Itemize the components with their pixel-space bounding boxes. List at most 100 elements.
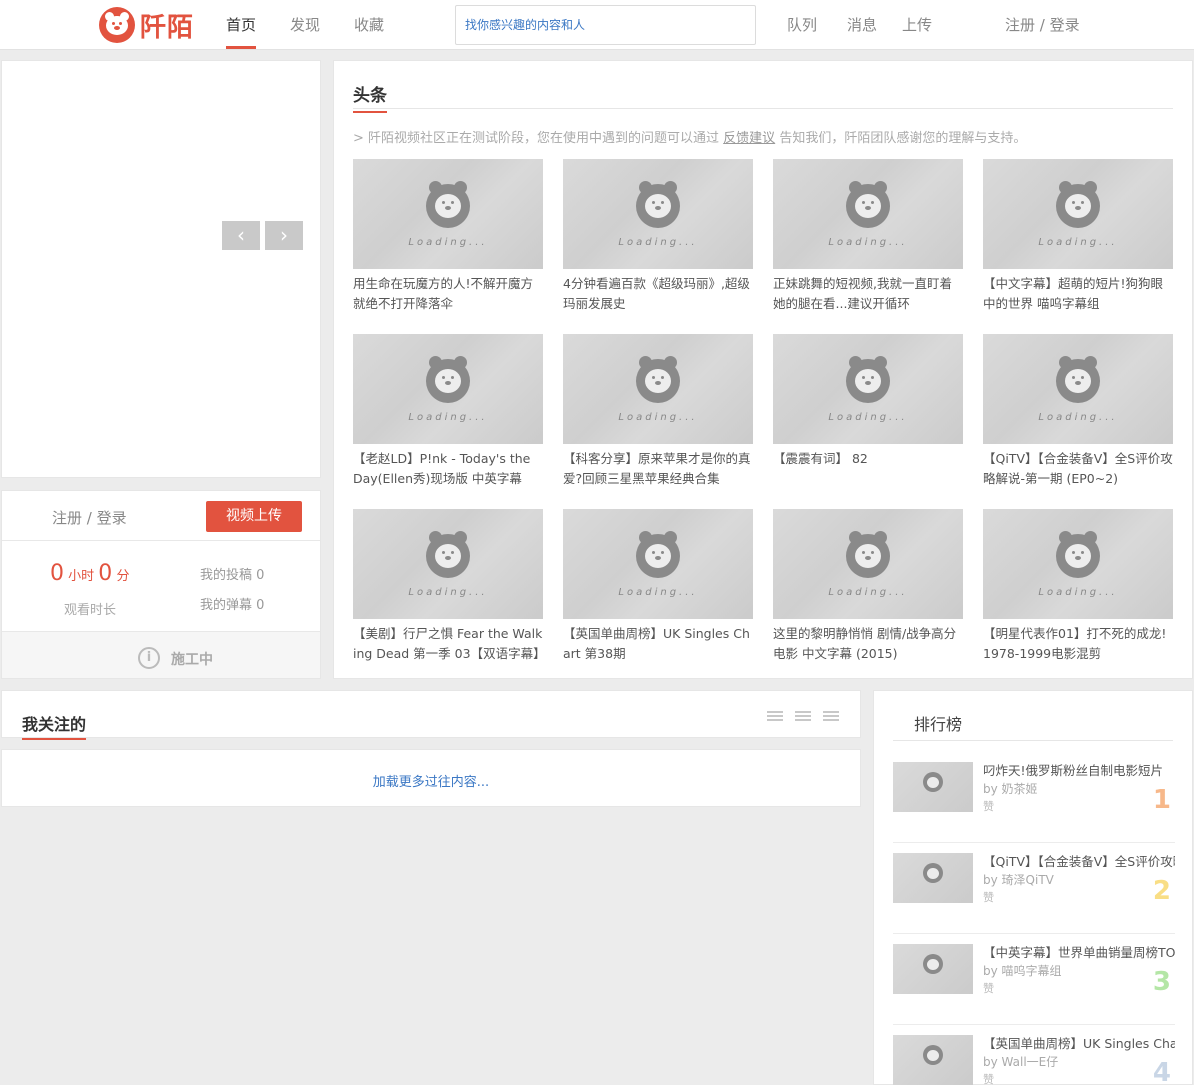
- my-posts-link[interactable]: 我的投稿 0: [200, 564, 264, 583]
- video-thumbnail[interactable]: Loading...: [983, 334, 1173, 444]
- video-title[interactable]: 正妹跳舞的短视频,我就一直盯着她的腿在看...建议开循环: [773, 274, 963, 314]
- logo[interactable]: 阡陌: [99, 7, 194, 43]
- bear-placeholder-icon: [1056, 531, 1100, 578]
- bear-placeholder-icon: [426, 531, 470, 578]
- video-card[interactable]: Loading... 【英国单曲周榜】UK Singles Chart 第38期: [563, 509, 753, 664]
- loading-text: Loading...: [828, 412, 908, 423]
- ranking-item[interactable]: 【QiTV】【合金装备V】全S评价攻略解说by 琦泽QiTV 赞 2: [893, 843, 1175, 934]
- ranking-title[interactable]: 【中英字幕】世界单曲销量周榜TOP: [983, 942, 1175, 961]
- video-card[interactable]: Loading... 【老赵LD】P!nk - Today's the Day(E…: [353, 334, 543, 489]
- video-title[interactable]: 【QiTV】【合金装备V】全S评价攻略解说-第一期 (EP0~2): [983, 449, 1173, 489]
- rank-number: 2: [1152, 876, 1171, 906]
- ranking-item[interactable]: 【中英字幕】世界单曲销量周榜TOP by 喵呜字幕组赞 3: [893, 934, 1175, 1025]
- video-title[interactable]: 这里的黎明静悄悄 剧情/战争高分电影 中文字幕 (2015): [773, 624, 963, 664]
- ranking-thumbnail[interactable]: [893, 762, 973, 812]
- ranking-item[interactable]: 【英国单曲周榜】UK Singles Chart by Wall一E仔赞 4: [893, 1025, 1175, 1085]
- video-title[interactable]: 4分钟看遍百款《超级玛丽》,超级玛丽发展史: [563, 274, 753, 314]
- rank-number: 1: [1152, 785, 1171, 815]
- video-title[interactable]: 【震震有词】 82: [773, 449, 963, 489]
- ranking-title[interactable]: 叼炸天!俄罗斯粉丝自制电影短片: [983, 760, 1175, 779]
- bear-placeholder-icon: [846, 531, 890, 578]
- video-card[interactable]: Loading... 【明星代表作01】打不死的成龙!1978-1999电影混剪: [983, 509, 1173, 664]
- video-thumbnail[interactable]: Loading...: [773, 159, 963, 269]
- user-login-link[interactable]: 注册 / 登录: [52, 507, 127, 528]
- detail-view-icon[interactable]: [795, 711, 811, 722]
- video-card[interactable]: Loading... 这里的黎明静悄悄 剧情/战争高分电影 中文字幕 (2015): [773, 509, 963, 664]
- loading-text: Loading...: [1038, 587, 1118, 598]
- video-title[interactable]: 【科客分享】原来苹果才是你的真爱?回顾三星黑苹果经典合集: [563, 449, 753, 489]
- grid-view-icon[interactable]: [823, 711, 839, 722]
- slider-prev-button[interactable]: ‹: [222, 221, 260, 250]
- nav-messages[interactable]: 消息: [847, 0, 877, 50]
- nav-home[interactable]: 首页: [226, 0, 257, 50]
- video-thumbnail[interactable]: Loading...: [563, 159, 753, 269]
- section-title: 排行榜: [914, 715, 963, 734]
- video-card[interactable]: Loading... 【QiTV】【合金装备V】全S评价攻略解说-第一期 (EP0…: [983, 334, 1173, 489]
- my-danmu-link[interactable]: 我的弹幕 0: [200, 594, 264, 613]
- ranking-author[interactable]: by 琦泽QiTV: [983, 871, 1054, 888]
- video-thumbnail[interactable]: Loading...: [563, 509, 753, 619]
- rank-number: 3: [1152, 967, 1171, 997]
- ranking-author[interactable]: by 奶茶姬: [983, 780, 1038, 797]
- like-label: 赞: [983, 982, 994, 995]
- video-title[interactable]: 用生命在玩魔方的人!不解开魔方就绝不打开降落伞: [353, 274, 543, 314]
- load-more-link[interactable]: 加载更多过往内容...: [2, 771, 860, 790]
- bear-placeholder-icon: [846, 356, 890, 403]
- video-thumbnail[interactable]: Loading...: [353, 159, 543, 269]
- video-thumbnail[interactable]: Loading...: [353, 334, 543, 444]
- nav-queue[interactable]: 队列: [787, 0, 817, 50]
- ranking-thumbnail[interactable]: [893, 853, 973, 903]
- banner-slider: ‹ ›: [1, 60, 321, 478]
- video-title[interactable]: 【英国单曲周榜】UK Singles Chart 第38期: [563, 624, 753, 664]
- video-card[interactable]: Loading... 【科客分享】原来苹果才是你的真爱?回顾三星黑苹果经典合集: [563, 334, 753, 489]
- ranking-item[interactable]: 叼炸天!俄罗斯粉丝自制电影短片 by 奶茶姬赞 1: [893, 752, 1175, 843]
- feedback-link[interactable]: 反馈建议: [723, 131, 775, 146]
- following-header: 我关注的: [1, 690, 861, 740]
- ranking-author[interactable]: by Wall一E仔: [983, 1053, 1058, 1070]
- video-thumbnail[interactable]: Loading...: [353, 509, 543, 619]
- search-input[interactable]: 找你感兴趣的内容和人: [455, 5, 756, 45]
- notice-suffix: 告知我们，阡陌团队感谢您的理解与支持。: [779, 131, 1027, 146]
- bear-logo-icon: [99, 7, 135, 43]
- loading-text: Loading...: [408, 412, 488, 423]
- video-upload-button[interactable]: 视频上传: [206, 501, 302, 532]
- video-thumbnail[interactable]: Loading...: [983, 159, 1173, 269]
- video-thumbnail[interactable]: Loading...: [773, 334, 963, 444]
- video-card[interactable]: Loading... 【中文字幕】超萌的短片!狗狗眼中的世界 喵呜字幕组: [983, 159, 1173, 314]
- divider: [893, 740, 1173, 741]
- video-thumbnail[interactable]: Loading...: [983, 509, 1173, 619]
- list-view-icon[interactable]: [767, 711, 783, 722]
- info-icon: i: [138, 647, 160, 669]
- video-card[interactable]: Loading... 【震震有词】 82: [773, 334, 963, 489]
- logo-text: 阡陌: [140, 12, 195, 43]
- slider-next-button[interactable]: ›: [265, 221, 303, 250]
- video-thumbnail[interactable]: Loading...: [773, 509, 963, 619]
- ranking-title[interactable]: 【英国单曲周榜】UK Singles Chart: [983, 1033, 1175, 1052]
- register-login-link[interactable]: 注册 / 登录: [1005, 0, 1080, 50]
- video-card[interactable]: Loading... 4分钟看遍百款《超级玛丽》,超级玛丽发展史: [563, 159, 753, 314]
- video-title[interactable]: 【老赵LD】P!nk - Today's the Day(Ellen秀)现场版 …: [353, 449, 543, 489]
- video-title[interactable]: 【明星代表作01】打不死的成龙!1978-1999电影混剪: [983, 624, 1173, 664]
- bear-placeholder-icon: [1056, 181, 1100, 228]
- ranking-thumbnail[interactable]: [893, 944, 973, 994]
- ranking-thumbnail[interactable]: [893, 1035, 973, 1085]
- bear-placeholder-icon: [1056, 356, 1100, 403]
- watch-minutes: 0: [98, 561, 113, 586]
- video-card[interactable]: Loading... 正妹跳舞的短视频,我就一直盯着她的腿在看...建议开循环: [773, 159, 963, 314]
- video-thumbnail[interactable]: Loading...: [563, 334, 753, 444]
- nav-upload[interactable]: 上传: [902, 0, 932, 50]
- video-title[interactable]: 【中文字幕】超萌的短片!狗狗眼中的世界 喵呜字幕组: [983, 274, 1173, 314]
- hours-unit: 小时: [68, 569, 95, 584]
- ranking-author[interactable]: by 喵呜字幕组: [983, 962, 1062, 979]
- nav-favorites[interactable]: 收藏: [354, 0, 384, 50]
- bear-placeholder-icon: [636, 531, 680, 578]
- video-card[interactable]: Loading... 用生命在玩魔方的人!不解开魔方就绝不打开降落伞: [353, 159, 543, 314]
- bear-placeholder-icon: [923, 954, 943, 974]
- ranking-title[interactable]: 【QiTV】【合金装备V】全S评价攻略解说: [983, 851, 1175, 870]
- divider: [2, 540, 320, 541]
- video-card[interactable]: Loading... 【美剧】行尸之惧 Fear the Walking Dead…: [353, 509, 543, 664]
- like-label: 赞: [983, 800, 994, 813]
- video-title[interactable]: 【美剧】行尸之惧 Fear the Walking Dead 第一季 03【双语…: [353, 624, 543, 664]
- nav-discover[interactable]: 发现: [290, 0, 320, 50]
- rank-number: 4: [1152, 1058, 1171, 1085]
